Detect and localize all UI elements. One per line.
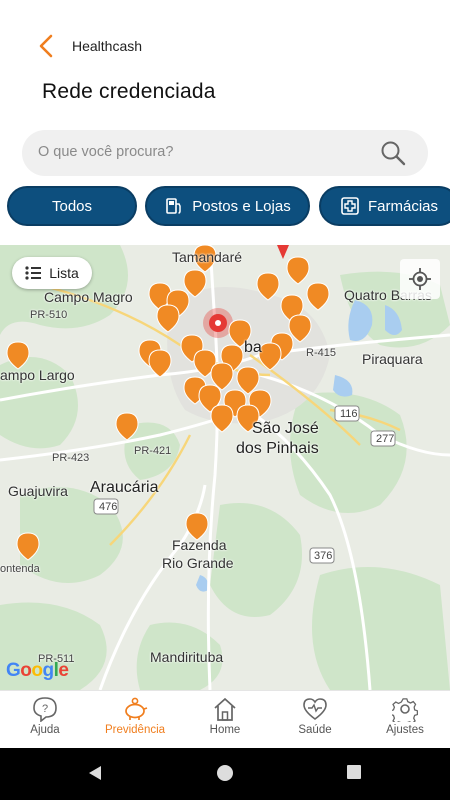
map-label: ontenda <box>0 563 40 575</box>
crosshair-icon <box>409 268 431 290</box>
map-label: Fazenda <box>172 537 227 553</box>
nav-label: Home <box>209 724 241 736</box>
map-label: ampo Largo <box>0 367 75 383</box>
gas-pump-icon <box>166 198 182 214</box>
filter-chip-farmacias[interactable]: Farmácias <box>319 186 450 226</box>
filter-chips: Todos Postos e Lojas Farmácias <box>0 186 450 228</box>
map-label: Araucária <box>90 479 159 496</box>
map-label: PR-421 <box>134 445 172 457</box>
page-title: Rede credenciada <box>42 80 216 103</box>
map-label: Rio Grande <box>162 555 234 571</box>
pharmacy-cross-icon <box>341 197 359 215</box>
nav-label: Saúde <box>298 724 332 736</box>
map-label: PR-510 <box>30 309 68 321</box>
map-label: PR-423 <box>52 452 90 464</box>
map-label: Tamandaré <box>172 249 243 265</box>
system-back-icon[interactable] <box>86 764 104 782</box>
map-label: 476 <box>99 501 118 513</box>
map-terrain <box>0 245 450 690</box>
map-label: Piraquara <box>362 351 423 367</box>
map-label: dos Pinhais <box>236 440 319 457</box>
map-label: Guajuvira <box>8 483 68 499</box>
system-home-icon[interactable] <box>216 764 234 782</box>
svg-text:?: ? <box>42 703 48 715</box>
nav-item-home[interactable]: Home <box>180 691 270 748</box>
nav-item-ajuda[interactable]: ? Ajuda <box>0 691 90 748</box>
filter-chip-postos-lojas[interactable]: Postos e Lojas <box>145 186 310 226</box>
map-label: ba <box>244 339 262 356</box>
home-icon <box>214 697 236 721</box>
nav-item-saude[interactable]: Saúde <box>270 691 360 748</box>
app-title: Healthcash <box>72 38 143 54</box>
map-label: São José <box>252 420 319 437</box>
list-view-label: Lista <box>49 265 79 281</box>
help-icon: ? <box>33 697 57 722</box>
heart-pulse-icon <box>303 698 327 720</box>
search-icon[interactable] <box>380 140 406 166</box>
map-label: Campo Magro <box>44 289 133 305</box>
map-label: R-415 <box>306 347 336 359</box>
map-view[interactable]: Tamandaré Campo Magro Quatro Barras PR-5… <box>0 245 450 690</box>
map-label: Mandirituba <box>150 649 224 665</box>
settings-icon <box>392 698 418 722</box>
google-logo: Google <box>6 660 69 681</box>
map-label: 277 <box>376 433 395 445</box>
filter-chip-todos[interactable]: Todos <box>7 186 137 226</box>
map-label: 376 <box>314 550 333 562</box>
search-input[interactable]: O que você procura? <box>22 130 428 176</box>
system-recents-icon[interactable] <box>346 764 362 780</box>
bottom-navigation: ? Ajuda Previdência Home Saúde Ajustes <box>0 690 450 748</box>
filter-chip-label: Todos <box>51 197 93 215</box>
nav-label: Previdência <box>104 724 166 736</box>
piggy-bank-icon <box>125 697 148 720</box>
filter-chip-label: Postos e Lojas <box>192 197 291 215</box>
system-navigation-bar <box>0 748 450 800</box>
nav-label: Ajuda <box>30 724 60 736</box>
search-placeholder: O que você procura? <box>38 144 174 160</box>
my-location-button[interactable] <box>400 259 440 299</box>
back-chevron-icon[interactable] <box>36 33 58 59</box>
nav-item-previdencia[interactable]: Previdência <box>90 691 180 748</box>
list-view-button[interactable]: Lista <box>12 257 92 289</box>
filter-chip-label: Farmácias <box>367 197 438 215</box>
nav-label: Ajustes <box>386 724 424 736</box>
nav-item-ajustes[interactable]: Ajustes <box>360 691 450 748</box>
top-bar: Healthcash <box>0 0 450 70</box>
list-icon <box>25 266 42 280</box>
map-label: 116 <box>340 408 358 420</box>
